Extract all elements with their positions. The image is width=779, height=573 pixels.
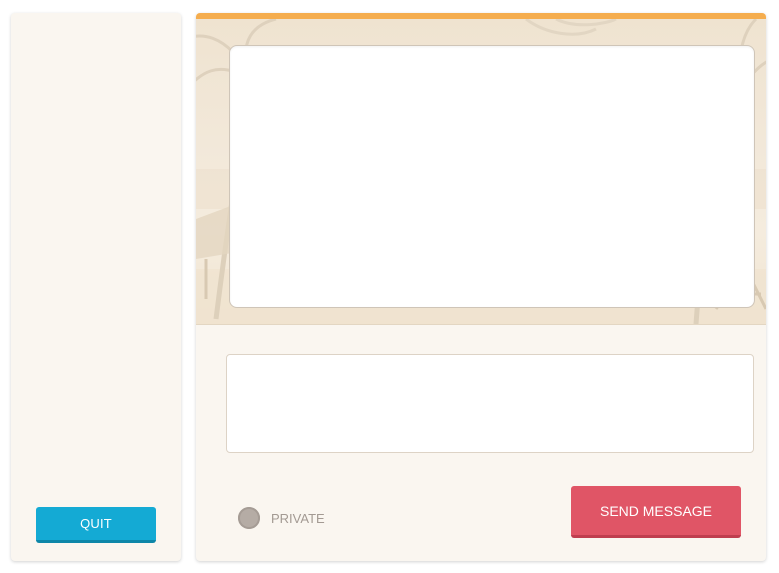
chat-panel: PRIVATE SEND MESSAGE: [196, 13, 766, 561]
private-label: PRIVATE: [271, 510, 325, 526]
message-input[interactable]: [226, 354, 754, 453]
message-log[interactable]: [229, 45, 755, 308]
quit-button[interactable]: QUIT: [36, 507, 156, 543]
send-message-button[interactable]: SEND MESSAGE: [571, 486, 741, 538]
private-radio-button[interactable]: [238, 507, 260, 529]
beach-background-image: [196, 19, 766, 325]
private-toggle[interactable]: PRIVATE: [238, 507, 325, 529]
sidebar-panel: QUIT: [11, 13, 181, 561]
app-root: QUIT PRIVATE SEND MESSAGE: [0, 0, 779, 573]
